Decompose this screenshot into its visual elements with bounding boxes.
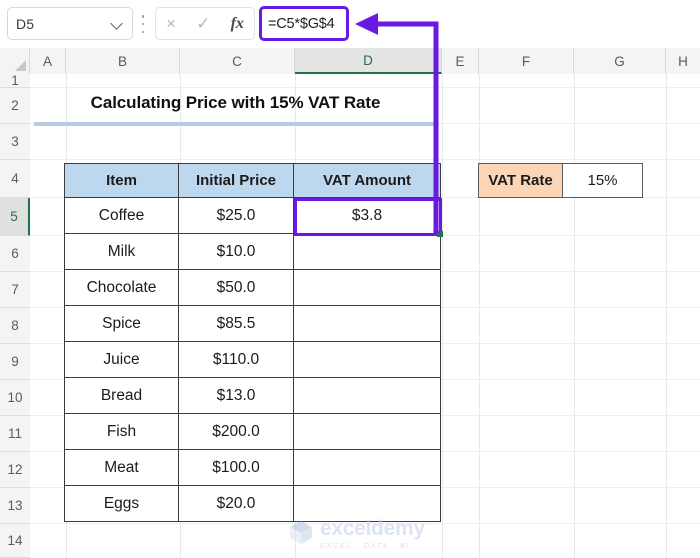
cell-item[interactable]: Meat [64,449,179,486]
formula-input[interactable]: =C5*$G$4 [259,6,349,41]
row-header-3[interactable]: 3 [0,124,30,160]
row-header-5[interactable]: 5 [0,198,30,236]
cell-price[interactable]: $25.0 [178,197,294,234]
vat-rate-box: VAT Rate 15% [478,163,643,198]
cell-vat[interactable] [293,341,441,378]
cell-price[interactable]: $100.0 [178,449,294,486]
column-header-vat-amount: VAT Amount [293,163,441,198]
row-header-8[interactable]: 8 [0,308,30,344]
row-header-12[interactable]: 12 [0,452,30,488]
table-row[interactable]: Milk $10.0 [64,233,441,270]
cell-item[interactable]: Coffee [64,197,179,234]
column-header-row: A B C D E F G H [0,48,700,74]
cancel-icon[interactable]: × [166,15,176,32]
cell-item[interactable]: Bread [64,377,179,414]
name-box[interactable]: D5 [7,7,133,40]
table-row[interactable]: Coffee $25.0 $3.8 [64,197,441,234]
row-header-9[interactable]: 9 [0,344,30,380]
column-header-g[interactable]: G [574,48,666,74]
cell-price[interactable]: $13.0 [178,377,294,414]
cell-vat[interactable] [293,269,441,306]
cell-vat[interactable] [293,449,441,486]
column-header-a[interactable]: A [30,48,66,74]
cell-price[interactable]: $10.0 [178,233,294,270]
sheet-title: Calculating Price with 15% VAT Rate [90,93,381,112]
column-header-f[interactable]: F [479,48,574,74]
row-header-1[interactable]: 1 [0,73,30,88]
row-header-10[interactable]: 10 [0,380,30,416]
table-row[interactable]: Spice $85.5 [64,305,441,342]
cell-price[interactable]: $50.0 [178,269,294,306]
table-row[interactable]: Meat $100.0 [64,449,441,486]
cell-item[interactable]: Eggs [64,485,179,522]
cell-vat[interactable] [293,233,441,270]
formula-bar-overflow-icon[interactable] [141,15,145,33]
gridline [574,74,575,558]
row-header-4[interactable]: 4 [0,160,30,198]
row-header-2[interactable]: 2 [0,88,30,124]
cube-logo-icon [290,521,312,544]
table-row[interactable]: Chocolate $50.0 [64,269,441,306]
cell-vat[interactable]: $3.8 [293,197,441,234]
cell-price[interactable]: $85.5 [178,305,294,342]
watermark-tagline: EXCEL - DATA - BI [320,541,411,550]
row-header-6[interactable]: 6 [0,236,30,272]
select-all-corner[interactable] [0,48,30,74]
cell-price[interactable]: $20.0 [178,485,294,522]
cell-price[interactable]: $200.0 [178,413,294,450]
fill-handle[interactable] [437,231,443,237]
gridline [442,74,443,558]
vat-rate-label: VAT Rate [478,163,563,198]
column-header-b[interactable]: B [66,48,180,74]
column-header-d[interactable]: D [295,48,442,74]
row-header-14[interactable]: 14 [0,524,30,558]
gridline [31,159,700,160]
formula-text: =C5*$G$4 [268,15,335,32]
column-header-e[interactable]: E [442,48,479,74]
cell-vat[interactable] [293,413,441,450]
vat-rate-row: VAT Rate 15% [478,163,643,198]
gridline [666,74,667,558]
insert-function-icon[interactable]: fx [231,15,244,32]
cell-item[interactable]: Chocolate [64,269,179,306]
name-box-value: D5 [16,15,35,32]
table-row[interactable]: Fish $200.0 [64,413,441,450]
table-row[interactable]: Bread $13.0 [64,377,441,414]
column-header-initial-price: Initial Price [178,163,294,198]
row-header-11[interactable]: 11 [0,416,30,452]
chevron-down-icon[interactable] [111,17,124,30]
formula-bar-actions: × ✓ fx [155,7,255,40]
vat-rate-value[interactable]: 15% [562,163,643,198]
cell-item[interactable]: Milk [64,233,179,270]
cell-price[interactable]: $110.0 [178,341,294,378]
table-row[interactable]: Juice $110.0 [64,341,441,378]
gridline [479,74,480,558]
row-header-13[interactable]: 13 [0,488,30,524]
cell-vat[interactable] [293,377,441,414]
watermark-name: exceldemy [320,517,425,540]
vat-table: Item Initial Price VAT Amount Coffee $25… [64,163,441,522]
cell-item[interactable]: Juice [64,341,179,378]
cell-vat[interactable] [293,305,441,342]
watermark: exceldemy EXCEL - DATA - BI [288,518,488,554]
confirm-icon[interactable]: ✓ [196,15,210,32]
cell-item[interactable]: Spice [64,305,179,342]
excel-window: D5 × ✓ fx =C5*$G$4 A B C D E F G H 1 2 3… [0,0,700,558]
cell-item[interactable]: Fish [64,413,179,450]
column-header-item: Item [64,163,179,198]
title-underline [34,122,434,126]
table-header-row: Item Initial Price VAT Amount [64,163,441,198]
formula-bar: D5 × ✓ fx =C5*$G$4 [0,0,700,48]
row-header-column: 1 2 3 4 5 6 7 8 9 10 11 12 13 14 [0,73,30,558]
row-header-7[interactable]: 7 [0,272,30,308]
column-header-h[interactable]: H [666,48,700,74]
column-header-c[interactable]: C [180,48,295,74]
